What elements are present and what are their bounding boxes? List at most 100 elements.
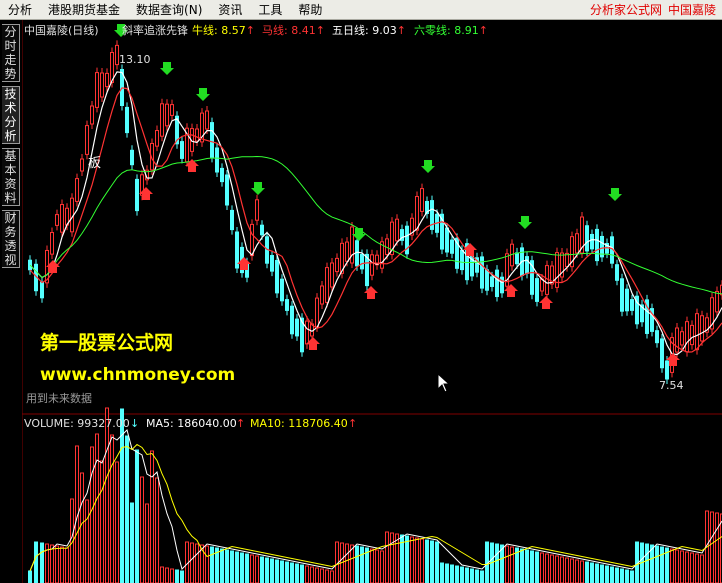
- volume-bar: [375, 549, 379, 583]
- menu-tools[interactable]: 工具: [250, 1, 290, 18]
- volume-bar: [325, 569, 329, 583]
- buy-arrow-icon: [539, 296, 553, 309]
- candle-body: [225, 174, 229, 206]
- volume-bar: [695, 553, 699, 583]
- volume-bar: [270, 558, 274, 583]
- ma5-volume-label: MA5: 186040.00: [146, 417, 237, 430]
- candle-body: [360, 253, 364, 270]
- volume-bar: [125, 435, 129, 583]
- candle-body: [50, 232, 54, 255]
- menu-help[interactable]: 帮助: [290, 1, 330, 18]
- candle-body: [270, 255, 274, 272]
- volume-bar: [710, 511, 714, 583]
- volume-bar: [225, 549, 229, 583]
- candle-body: [280, 278, 284, 302]
- volume-bar: [455, 565, 459, 583]
- volume-bar: [505, 545, 509, 583]
- candle-body: [95, 72, 99, 108]
- volume-bar: [390, 532, 394, 583]
- volume-bar: [28, 570, 32, 583]
- volume-bar: [310, 566, 314, 583]
- bull-label: 牛线:: [192, 24, 218, 37]
- menu-data-query[interactable]: 数据查询(N): [128, 1, 210, 18]
- candle-body: [625, 288, 629, 312]
- candle-body: [290, 305, 294, 335]
- indicator-horse: 马线: 8.41↑: [262, 22, 325, 38]
- volume-bar: [250, 554, 254, 583]
- candle-body: [155, 130, 159, 147]
- volume-bar: [220, 548, 224, 583]
- ma10-volume-arrow-icon: ↑: [348, 417, 358, 430]
- volume-bar: [100, 460, 104, 583]
- volume-bar: [600, 564, 604, 583]
- volume-bar: [180, 570, 184, 583]
- menu-hk-futures[interactable]: 港股期货基金: [40, 1, 128, 18]
- candle-body: [135, 178, 139, 212]
- volume-bar: [380, 550, 384, 583]
- candle-body: [715, 290, 719, 313]
- candle-body: [130, 149, 134, 166]
- candle-body: [675, 327, 679, 353]
- horse-label: 马线:: [262, 24, 288, 37]
- candle-body: [445, 227, 449, 253]
- volume-bar: [140, 476, 144, 583]
- volume-bar: [690, 552, 694, 583]
- menu-analysis[interactable]: 分析: [0, 1, 40, 18]
- candle-body: [335, 257, 339, 273]
- volume-bar: [34, 541, 38, 583]
- menu-bar: 分析 港股期货基金 数据查询(N) 资讯 工具 帮助 分析家公式网 中国嘉陵: [0, 0, 722, 20]
- candle-body: [320, 285, 324, 305]
- volume-arrow-icon: ↓: [130, 417, 140, 430]
- volume-bar: [260, 556, 264, 583]
- volume-bar: [355, 545, 359, 583]
- candle-body: [345, 241, 349, 262]
- tab-financials[interactable]: 财务透视: [2, 210, 20, 268]
- volume-bar: [545, 553, 549, 583]
- limit-up-label: 板: [88, 156, 102, 171]
- volume-bar: [610, 566, 614, 583]
- sell-arrow-icon: [251, 182, 265, 195]
- candle-body: [620, 278, 624, 312]
- formula-name: 斜率追涨先锋: [122, 24, 188, 37]
- candle-body: [575, 233, 579, 254]
- volume-bar: [195, 543, 199, 583]
- candle-body: [230, 209, 234, 231]
- volume-bar: [240, 552, 244, 583]
- volume-bar: [385, 531, 389, 583]
- volume-bar: [65, 547, 69, 583]
- volume-bar: [50, 544, 54, 583]
- menu-news[interactable]: 资讯: [210, 1, 250, 18]
- volume-bar: [110, 434, 114, 583]
- candle-body: [680, 331, 684, 346]
- indicator-ma5: 五日线: 9.03↑: [332, 22, 406, 38]
- candle-body: [75, 178, 79, 202]
- volume-bar: [685, 551, 689, 583]
- volume-bar: [290, 562, 294, 583]
- volume-bar: [575, 559, 579, 583]
- volume-bar: [345, 543, 349, 583]
- tab-intraday[interactable]: 分时走势: [2, 24, 20, 82]
- watermark-title: 第一股票公式网: [40, 332, 174, 354]
- candle-body: [460, 249, 464, 271]
- volume-label: VOLUME: 99327.00: [24, 417, 130, 430]
- volume-bar: [595, 563, 599, 583]
- kline-chart[interactable]: [22, 20, 722, 583]
- volume-bar: [405, 535, 409, 583]
- volume-bar: [475, 569, 479, 583]
- volume-bar: [60, 546, 64, 583]
- candle-body: [595, 228, 599, 262]
- sell-arrow-icon: [196, 88, 210, 101]
- volume-bar: [175, 569, 179, 583]
- candle-body: [125, 106, 129, 134]
- candle-body: [105, 72, 109, 88]
- volume-bar: [605, 565, 609, 583]
- high-price-label: 13.10: [119, 53, 151, 66]
- volume-bar: [655, 545, 659, 583]
- ma5-line-label: 五日线:: [332, 24, 369, 37]
- volume-bar: [300, 564, 304, 583]
- volume-bar: [580, 560, 584, 583]
- tab-technical[interactable]: 技术分析: [2, 86, 20, 144]
- volume-bar: [395, 533, 399, 583]
- volume-bar: [275, 559, 279, 583]
- tab-fundamentals[interactable]: 基本资料: [2, 148, 20, 206]
